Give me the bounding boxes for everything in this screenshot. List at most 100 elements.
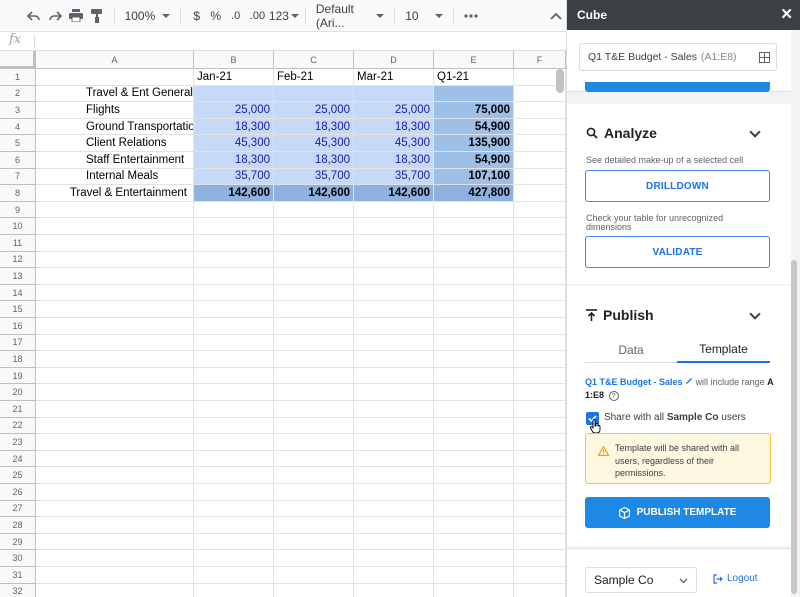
row-header[interactable]: 5 <box>0 135 36 152</box>
tab-data[interactable]: Data <box>585 336 677 363</box>
table-cell[interactable] <box>434 484 514 501</box>
table-cell[interactable] <box>274 218 354 235</box>
table-cell[interactable] <box>36 201 194 219</box>
table-cell[interactable] <box>514 301 566 318</box>
paint-format-icon[interactable] <box>87 4 108 28</box>
table-cell[interactable]: 135,900 <box>434 135 514 152</box>
table-cell[interactable] <box>274 517 354 534</box>
table-cell[interactable] <box>274 284 354 302</box>
row-header[interactable]: 28 <box>0 517 36 534</box>
table-cell[interactable] <box>434 268 514 285</box>
table-cell[interactable]: 427,800 <box>434 185 514 202</box>
previous-action-button[interactable] <box>585 82 770 92</box>
table-cell[interactable] <box>274 401 354 418</box>
table-cell[interactable] <box>514 284 566 302</box>
table-cell[interactable]: Jan-21 <box>194 69 274 86</box>
table-cell[interactable] <box>434 367 514 385</box>
table-cell[interactable] <box>36 401 194 418</box>
table-cell[interactable] <box>274 417 354 435</box>
table-cell[interactable] <box>194 467 274 484</box>
table-cell[interactable] <box>194 301 274 318</box>
table-cell[interactable] <box>514 168 566 186</box>
chevron-down-icon[interactable] <box>749 308 761 320</box>
help-icon[interactable]: ? <box>608 391 619 401</box>
table-cell[interactable] <box>354 85 434 103</box>
table-cell[interactable]: 54,900 <box>434 152 514 169</box>
percent-format-button[interactable]: % <box>206 4 225 28</box>
table-cell[interactable] <box>194 351 274 368</box>
table-cell[interactable] <box>354 351 434 368</box>
table-cell[interactable] <box>274 235 354 252</box>
table-cell[interactable] <box>514 334 566 352</box>
table-cell[interactable]: Client Relations <box>36 135 194 152</box>
table-cell[interactable] <box>36 434 194 451</box>
edit-icon[interactable] <box>685 377 693 385</box>
table-cell[interactable] <box>354 367 434 385</box>
table-cell[interactable]: 142,600 <box>194 185 274 202</box>
table-cell[interactable]: 142,600 <box>354 185 434 202</box>
column-header[interactable]: A <box>36 51 194 69</box>
table-cell[interactable] <box>36 533 194 551</box>
row-header[interactable]: 14 <box>0 284 36 302</box>
row-header[interactable]: 30 <box>0 550 36 567</box>
table-cell[interactable] <box>434 318 514 335</box>
column-header[interactable]: C <box>274 51 354 69</box>
panel-scrollbar[interactable] <box>791 260 797 594</box>
table-cell[interactable] <box>274 484 354 501</box>
table-cell[interactable] <box>36 268 194 285</box>
increase-decimal-button[interactable]: .00 <box>246 4 269 28</box>
table-cell[interactable] <box>36 517 194 534</box>
table-cell[interactable]: 18,300 <box>274 152 354 169</box>
table-cell[interactable] <box>354 450 434 468</box>
table-cell[interactable] <box>434 235 514 252</box>
row-header[interactable]: 29 <box>0 533 36 551</box>
row-header[interactable]: 22 <box>0 417 36 435</box>
row-header[interactable]: 27 <box>0 500 36 518</box>
table-cell[interactable] <box>514 185 566 202</box>
table-cell[interactable]: 18,300 <box>194 118 274 136</box>
table-cell[interactable] <box>514 118 566 136</box>
table-cell[interactable]: 45,300 <box>354 135 434 152</box>
table-cell[interactable] <box>274 434 354 451</box>
currency-format-button[interactable]: $ <box>187 4 206 28</box>
row-header[interactable]: 31 <box>0 567 36 584</box>
table-cell[interactable] <box>354 235 434 252</box>
table-cell[interactable] <box>434 351 514 368</box>
table-cell[interactable] <box>434 218 514 235</box>
row-header[interactable]: 15 <box>0 301 36 318</box>
column-header[interactable]: D <box>354 51 434 69</box>
table-cell[interactable] <box>36 284 194 302</box>
table-cell[interactable]: 35,700 <box>274 168 354 186</box>
table-cell[interactable] <box>434 417 514 435</box>
table-cell[interactable]: Feb-21 <box>274 69 354 86</box>
font-select[interactable]: Default (Ari... <box>312 2 388 30</box>
redo-icon[interactable] <box>45 4 66 28</box>
formula-bar[interactable]: fx <box>0 32 566 51</box>
table-cell[interactable] <box>274 550 354 567</box>
table-cell[interactable] <box>274 367 354 385</box>
number-format-select[interactable]: 123 <box>269 4 299 28</box>
table-cell[interactable] <box>36 567 194 584</box>
table-cell[interactable] <box>514 218 566 235</box>
publish-template-button[interactable]: PUBLISH TEMPLATE <box>585 497 770 528</box>
table-cell[interactable] <box>514 450 566 468</box>
table-cell[interactable] <box>434 450 514 468</box>
table-cell[interactable] <box>514 235 566 252</box>
table-cell[interactable] <box>434 500 514 518</box>
table-cell[interactable] <box>274 351 354 368</box>
table-cell[interactable]: 35,700 <box>194 168 274 186</box>
table-cell[interactable] <box>354 251 434 269</box>
table-cell[interactable]: Travel & Ent General <box>36 85 194 103</box>
column-header[interactable]: B <box>194 51 274 69</box>
zoom-select[interactable]: 100% <box>121 4 175 28</box>
table-cell[interactable] <box>194 517 274 534</box>
collapse-toolbar-icon[interactable] <box>545 4 566 28</box>
table-cell[interactable] <box>36 334 194 352</box>
table-cell[interactable] <box>36 235 194 252</box>
spreadsheet-grid[interactable]: A B C D E F 1 Jan-21 Feb-21 Mar-21 Q1-21 2 Travel & … <box>0 51 566 597</box>
table-cell[interactable] <box>274 251 354 269</box>
table-cell[interactable] <box>514 384 566 401</box>
table-cell[interactable] <box>354 533 434 551</box>
table-cell[interactable] <box>194 201 274 219</box>
grid-scrollbar[interactable] <box>556 69 564 93</box>
